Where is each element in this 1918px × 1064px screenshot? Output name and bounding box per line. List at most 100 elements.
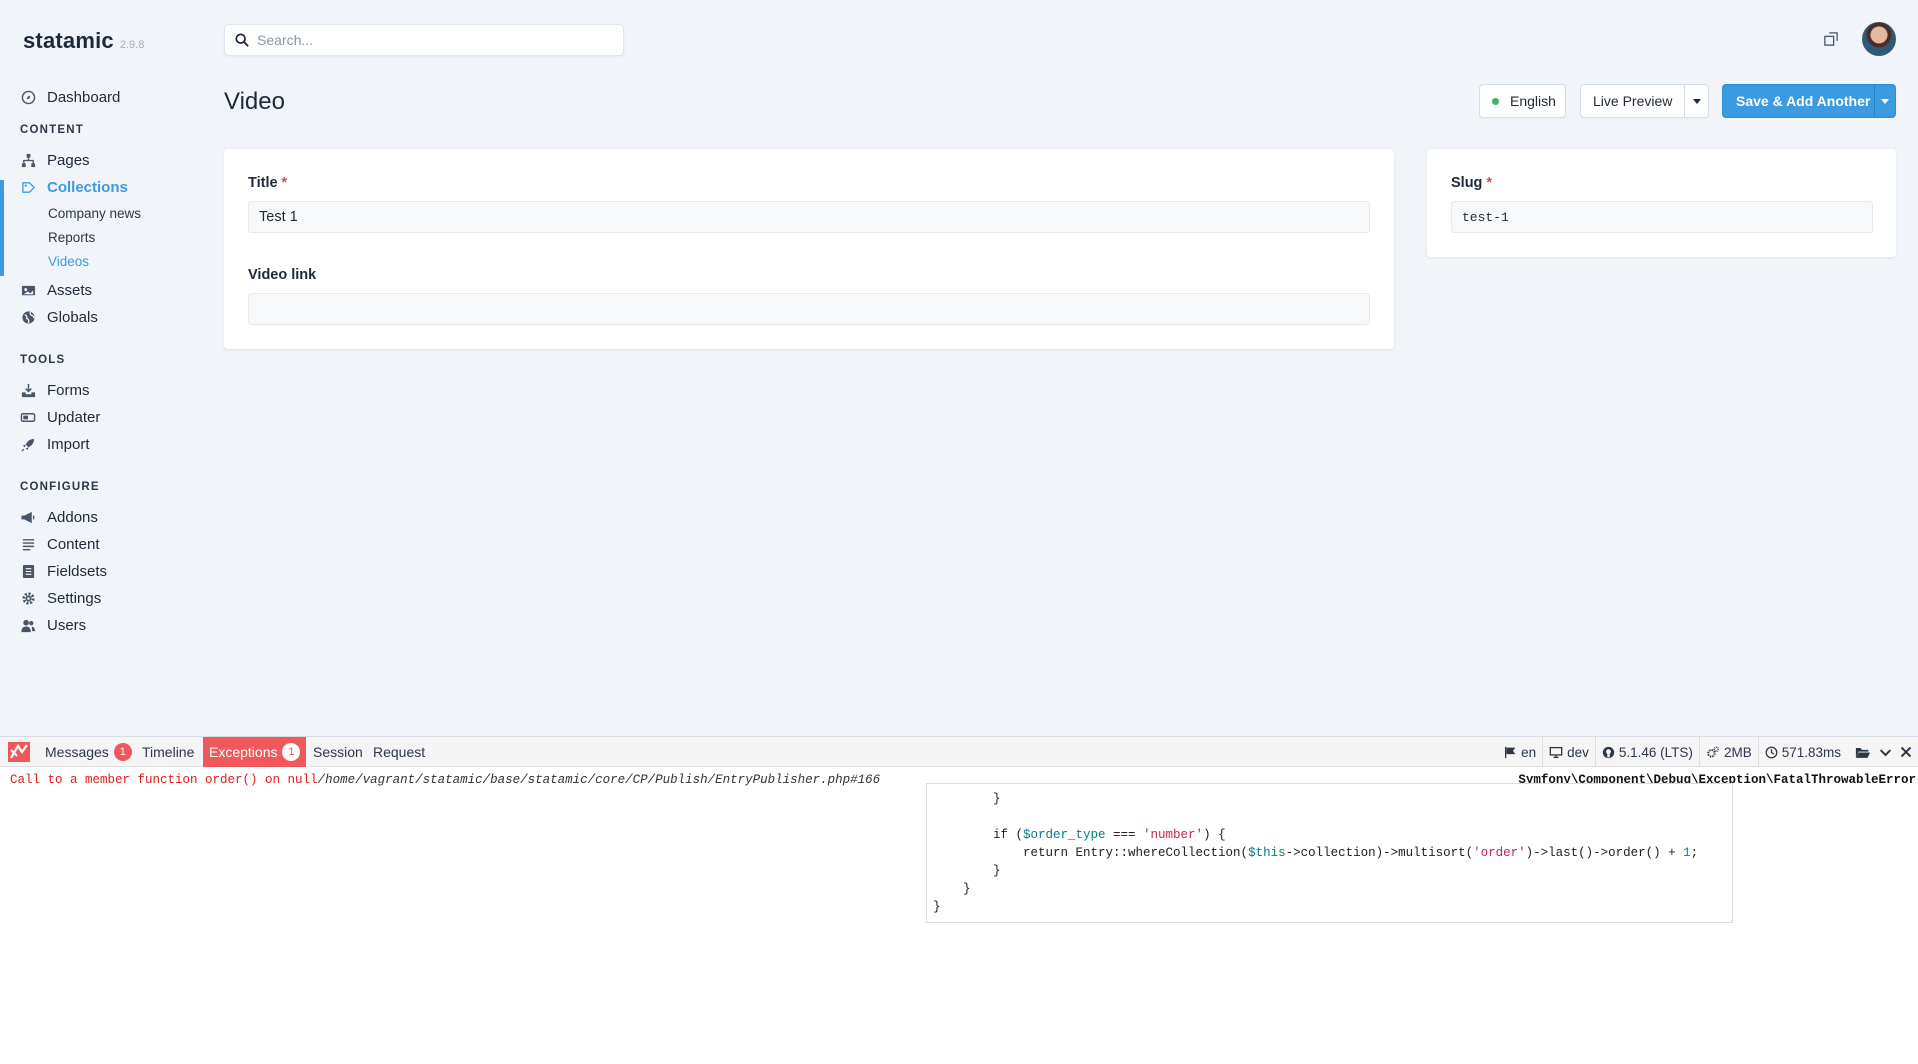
exception-code-snippet: } if ($order_type === 'number') { return… (926, 783, 1733, 923)
debugbar-version[interactable]: 5.1.46 (LTS) (1594, 737, 1699, 767)
debugbar-env[interactable]: dev (1542, 737, 1595, 767)
sidebar-item-updater[interactable]: Updater (0, 404, 200, 431)
chevron-down-icon[interactable] (1693, 99, 1701, 104)
save-label: Save & Add Another (1736, 93, 1871, 109)
debugbar-stats: en dev 5.1.46 (LTS) 2MB 571.83ms (1498, 737, 1912, 767)
sidebar-subitem-company-news[interactable]: Company news (0, 201, 200, 225)
sidebar-item-pages[interactable]: Pages (0, 147, 200, 174)
collections-icon (20, 180, 36, 196)
sidebar-subitem-reports[interactable]: Reports (0, 225, 200, 249)
sidebar-subitem-videos[interactable]: Videos (0, 249, 200, 273)
debugbar-time[interactable]: 571.83ms (1757, 737, 1847, 767)
settings-icon (20, 591, 36, 607)
exception-path: /home/vagrant/statamic/base/statamic/cor… (317, 773, 881, 787)
slug-field[interactable] (1451, 201, 1873, 233)
slug-label: Slug * (1451, 175, 1493, 191)
messages-count-badge: 1 (113, 743, 132, 761)
flag-icon (1504, 746, 1517, 759)
pages-icon (20, 153, 36, 169)
sidebar-item-collections[interactable]: Collections (0, 174, 200, 201)
nav-section-tools: TOOLS (20, 354, 66, 366)
sidebar-item-import[interactable]: Import (0, 431, 200, 458)
sidebar-item-settings[interactable]: Settings (0, 585, 200, 612)
search-icon (235, 33, 249, 47)
debugbar-logo-icon[interactable] (8, 742, 30, 762)
code-line: if ($order_type === 'number') { (933, 828, 1226, 842)
sidebar-item-label: Settings (47, 590, 102, 607)
debugbar-locale[interactable]: en (1498, 737, 1542, 767)
globals-icon (20, 310, 36, 326)
save-add-another-button[interactable]: Save & Add Another (1722, 84, 1896, 118)
sidebar-item-label: Addons (47, 509, 98, 526)
code-line: return Entry::whereCollection($this->col… (933, 846, 1699, 860)
publish-form-meta: Slug * (1427, 149, 1896, 257)
debugbar: Messages 1 Timeline Exceptions 1 Session R… (0, 736, 1918, 1064)
desktop-icon (1549, 746, 1563, 759)
sidebar-item-label: Import (47, 436, 90, 453)
sidebar-item-addons[interactable]: Addons (0, 504, 200, 531)
forms-icon (20, 383, 36, 399)
sidebar-item-label: Pages (47, 152, 90, 169)
exception-message[interactable]: Call to a member function order() on nul… (10, 773, 880, 787)
publish-form-main: Title* Video link (224, 149, 1394, 349)
sidebar-item-content[interactable]: Content (0, 531, 200, 558)
updater-icon (20, 410, 36, 426)
import-icon (20, 437, 36, 453)
close-icon[interactable] (1900, 746, 1912, 758)
sidebar-item-users[interactable]: Users (0, 612, 200, 639)
top-right-actions (1824, 22, 1896, 56)
github-icon (1602, 746, 1615, 759)
sidebar-item-forms[interactable]: Forms (0, 377, 200, 404)
chevron-down-icon[interactable] (1879, 746, 1892, 759)
debugbar-tab-session[interactable]: Session (307, 737, 369, 767)
nav-section-content: CONTENT (20, 124, 84, 136)
language-status-dot (1492, 97, 1499, 105)
live-preview-label: Live Preview (1593, 93, 1673, 109)
video-link-field[interactable] (248, 293, 1370, 325)
avatar[interactable] (1862, 22, 1896, 56)
debugbar-tab-request[interactable]: Request (367, 737, 431, 767)
chevron-down-icon[interactable] (1881, 99, 1889, 104)
external-link-icon[interactable] (1824, 32, 1838, 46)
sidebar-item-label: Dashboard (47, 89, 121, 106)
brand[interactable]: statamic 2.9.8 (23, 28, 144, 54)
sidebar-item-dashboard[interactable]: Dashboard (0, 84, 200, 111)
sidebar-item-label: Content (47, 536, 100, 553)
debugbar-tab-timeline[interactable]: Timeline (136, 737, 200, 767)
sidebar-item-label: Assets (47, 282, 93, 299)
page-title: Video (224, 88, 285, 115)
language-label: English (1510, 93, 1556, 109)
brand-version: 2.9.8 (119, 39, 145, 51)
debugbar-tab-messages[interactable]: Messages 1 (39, 737, 138, 767)
title-label: Title * (248, 175, 288, 191)
code-line: } (933, 792, 1001, 806)
search-box[interactable] (224, 24, 624, 56)
sidebar: statamic 2.9.8 Dashboard CONTENT Pages C… (0, 0, 200, 736)
video-link-label: Video link (248, 267, 317, 283)
title-field[interactable] (248, 201, 1370, 233)
folder-icon[interactable] (1855, 746, 1871, 759)
exceptions-count-badge: 1 (282, 743, 301, 761)
live-preview-button[interactable]: Live Preview (1580, 84, 1709, 118)
dashboard-icon (20, 90, 36, 106)
sidebar-item-fieldsets[interactable]: Fieldsets (0, 558, 200, 585)
sidebar-item-globals[interactable]: Globals (0, 304, 200, 331)
language-button[interactable]: English (1479, 84, 1566, 118)
search-input[interactable] (257, 32, 617, 48)
required-marker: * (1486, 175, 1493, 191)
debugbar-memory[interactable]: 2MB (1698, 737, 1758, 767)
cogs-icon (1706, 745, 1720, 759)
exception-text: Call to a member function order() on nul… (10, 773, 318, 787)
required-marker: * (281, 175, 288, 191)
sidebar-item-assets[interactable]: Assets (0, 277, 200, 304)
sidebar-nav: Dashboard CONTENT Pages Collections Comp… (0, 84, 200, 639)
debugbar-tab-exceptions[interactable]: Exceptions 1 (203, 737, 307, 767)
debugbar-header: Messages 1 Timeline Exceptions 1 Session R… (0, 737, 1918, 767)
users-icon (20, 618, 36, 634)
clock-icon (1765, 746, 1778, 759)
brand-name: statamic (23, 28, 114, 53)
save-separator (1874, 85, 1875, 117)
fieldsets-icon (20, 564, 36, 580)
nav-section-configure: CONFIGURE (20, 481, 100, 493)
